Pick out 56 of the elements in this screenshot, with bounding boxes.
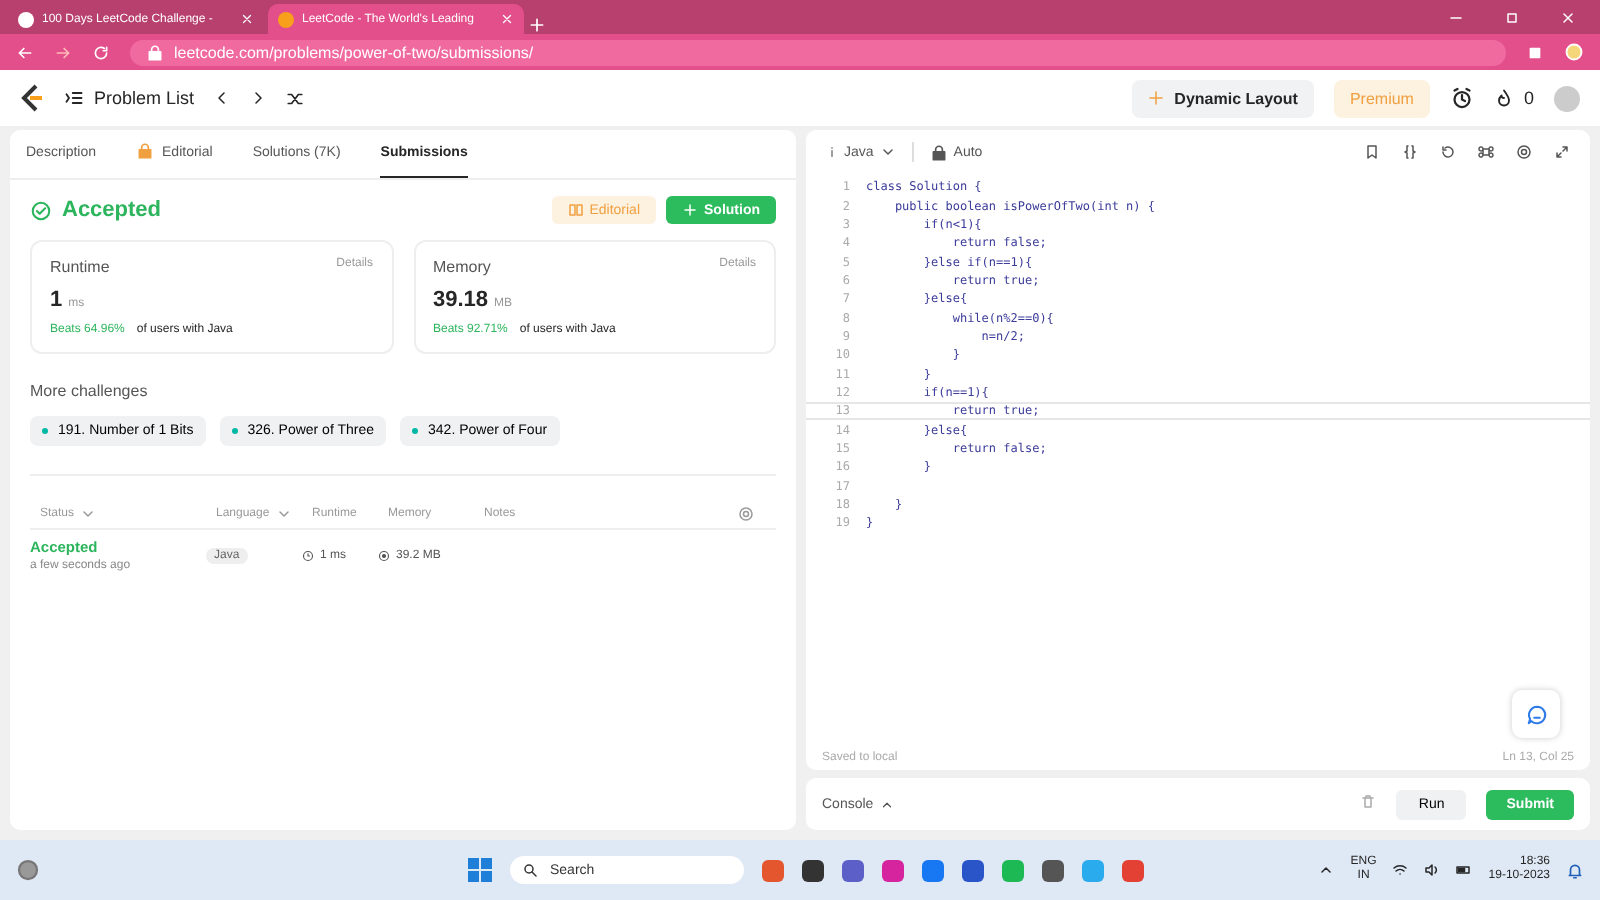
forward-icon[interactable]	[54, 43, 72, 61]
stat-value: 39.18	[433, 288, 489, 312]
wifi-icon[interactable]	[1392, 862, 1409, 878]
maximize-icon[interactable]	[1504, 9, 1520, 25]
chip-icon	[378, 549, 390, 561]
settings-icon[interactable]	[1516, 144, 1532, 160]
chevron-up-icon[interactable]	[1318, 862, 1335, 878]
feedback-button[interactable]	[1512, 690, 1560, 738]
previous-icon[interactable]	[214, 90, 231, 106]
caret-icon	[80, 506, 97, 522]
list-icon	[64, 88, 84, 108]
site-icon	[18, 11, 34, 27]
lock-icon	[146, 43, 164, 61]
profile-icon[interactable]	[1564, 42, 1584, 62]
chat-icon	[1525, 703, 1547, 725]
caret-up-icon	[879, 797, 894, 811]
start-icon[interactable]	[468, 858, 492, 882]
notification-icon[interactable]	[1566, 861, 1584, 879]
close-icon[interactable]	[1560, 9, 1576, 25]
bookmark-icon[interactable]	[1364, 144, 1380, 160]
back-icon[interactable]	[16, 43, 34, 61]
streak-counter[interactable]: 0	[1493, 88, 1534, 108]
expand-icon[interactable]	[1554, 144, 1570, 160]
flame-icon	[1493, 88, 1514, 108]
next-icon[interactable]	[250, 90, 267, 106]
reset-icon[interactable]	[1440, 144, 1456, 160]
stat-title: Memory	[433, 258, 491, 276]
reload-icon[interactable]	[92, 43, 110, 61]
shuffle-icon[interactable]	[286, 89, 305, 107]
info-icon	[826, 146, 838, 158]
caret-icon	[275, 506, 292, 522]
status-title: Accepted	[62, 198, 162, 222]
site-icon	[278, 11, 294, 27]
logo-icon[interactable]	[20, 84, 44, 112]
lock-icon	[136, 142, 155, 160]
lock-icon	[929, 143, 948, 161]
alarm-icon[interactable]	[1449, 86, 1474, 110]
caret-icon	[879, 144, 896, 160]
book-icon	[567, 202, 584, 218]
braces-icon[interactable]	[1402, 144, 1418, 160]
extensions-icon[interactable]	[1526, 43, 1544, 61]
stat-title: Runtime	[50, 258, 110, 276]
new-tab-icon[interactable]	[528, 16, 546, 34]
check-icon	[30, 199, 52, 221]
battery-icon[interactable]	[1456, 862, 1473, 878]
plus-icon	[682, 202, 698, 218]
command-icon[interactable]	[1478, 144, 1494, 160]
dynamic-layout-button[interactable]: Dynamic Layout	[1132, 79, 1314, 117]
stat-value: 1	[50, 288, 63, 312]
clock-icon	[302, 549, 314, 561]
section-title: More challenges	[30, 382, 150, 400]
problem-list-button[interactable]: Problem List	[64, 88, 195, 108]
search-icon	[522, 862, 538, 878]
volume-icon[interactable]	[1424, 862, 1441, 878]
close-icon	[500, 12, 514, 26]
close-icon	[240, 12, 254, 26]
